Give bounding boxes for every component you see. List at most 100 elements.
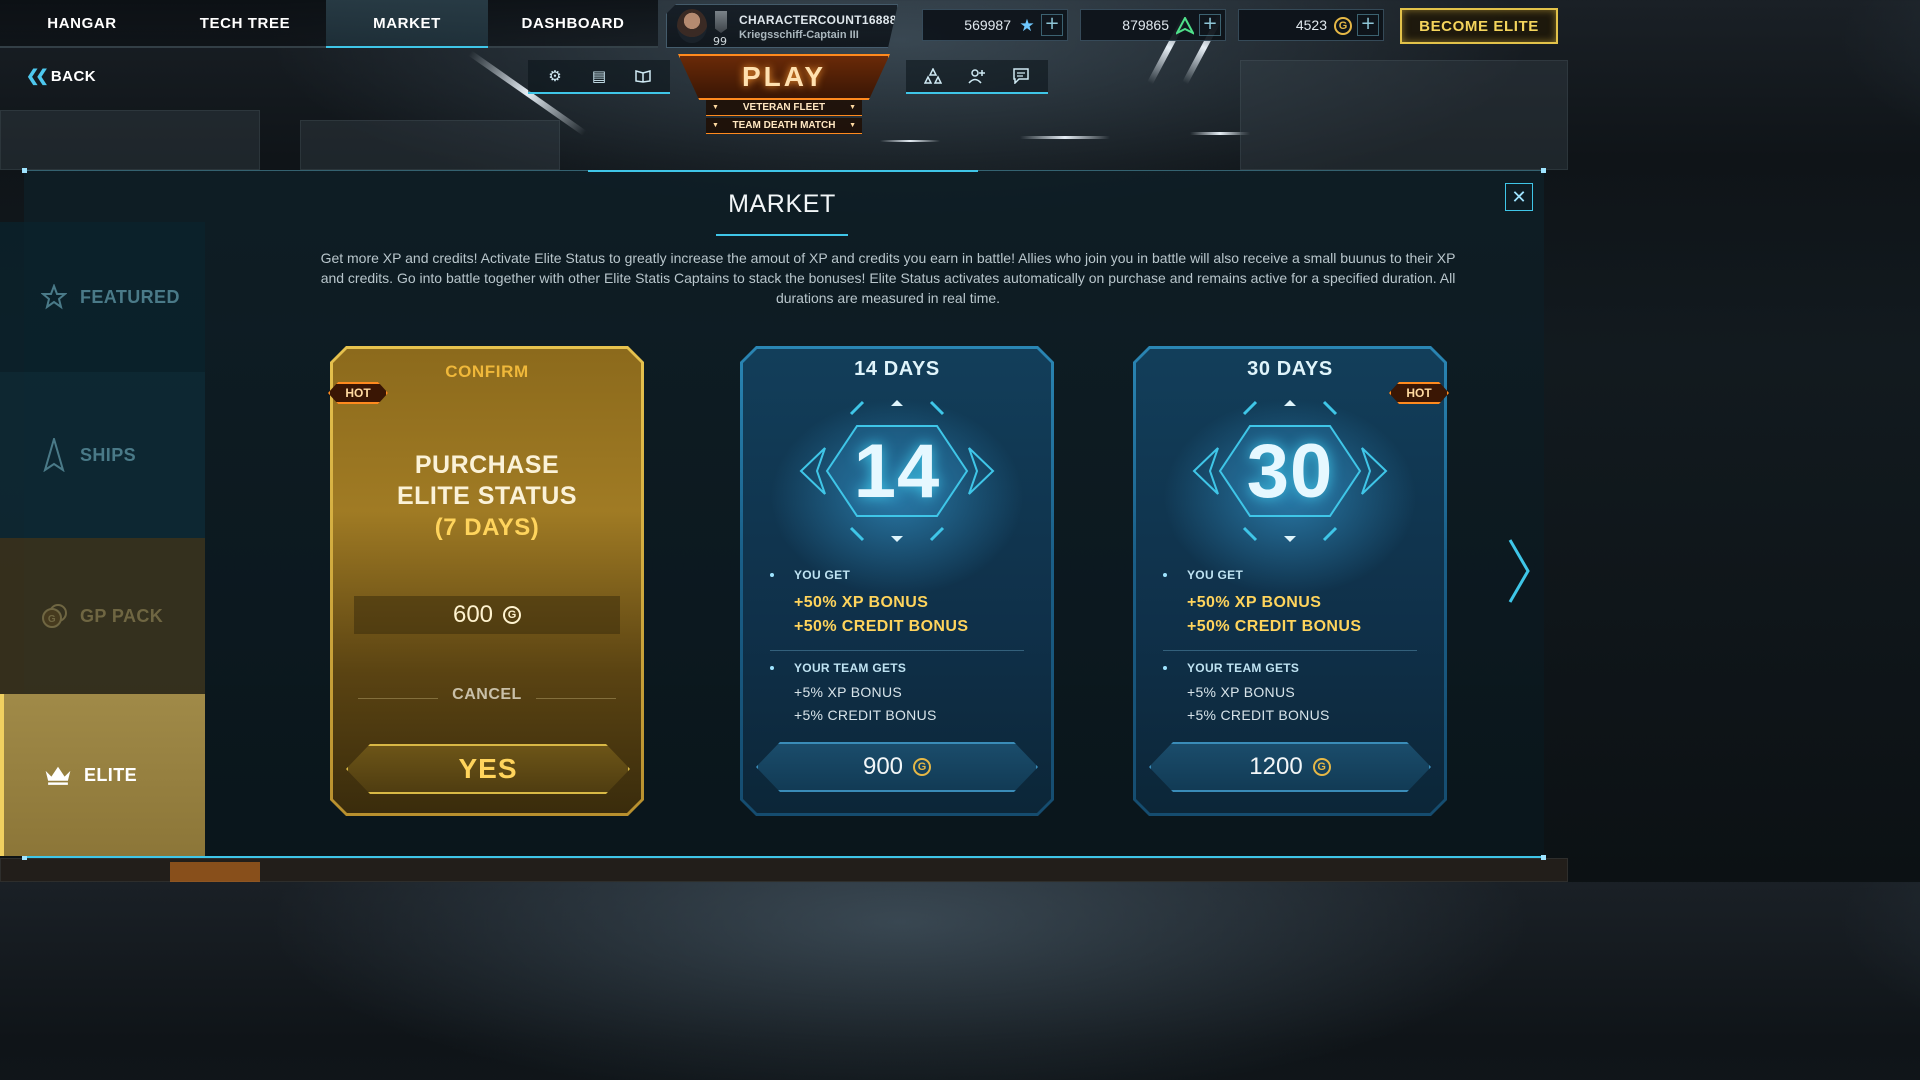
chevron-down-icon: ▼ [849,122,856,129]
price-value: 1200 [1249,753,1303,780]
gold-coin-icon: G [503,606,522,624]
token-value: 879865 [1122,17,1169,33]
sidebar-item-gp-pack[interactable]: G GP PACK [0,538,205,694]
card-header: CONFIRM [445,362,529,381]
hot-badge: HOT [1389,382,1449,404]
panel-accent-line [588,170,978,172]
sidebar-item-label: GP PACK [80,605,164,626]
gold-coin-icon: G [1333,16,1353,36]
sidebar-item-elite[interactable]: ELITE [0,694,205,856]
xp-value: 569987 [964,17,1011,33]
price-value: 600 [452,601,494,628]
chevron-down-icon: ▼ [849,104,856,111]
tab-market[interactable]: MARKET [326,0,488,48]
add-token-button[interactable]: + [1199,14,1221,36]
sidebar-item-label: FEATURED [80,286,180,307]
close-icon: ✕ [1511,186,1527,208]
rank-badge-icon [715,11,727,33]
chat-icon[interactable] [1010,65,1032,87]
elite-14-days-card[interactable]: 14 DAYS 14 YOU GET +50% XP BONUS +50% CR… [740,346,1054,816]
back-button[interactable]: ❮❮ BACK [26,66,96,86]
bullet-icon [770,666,774,670]
sidebar-item-featured[interactable]: FEATURED [0,222,205,372]
add-friend-icon[interactable] [966,65,988,87]
add-gold-button[interactable]: + [1357,14,1379,36]
ship-icon [40,438,68,472]
tab-dashboard[interactable]: DASHBOARD [488,0,658,48]
fleet-icon[interactable] [922,65,944,87]
right-toolbar [906,60,1048,94]
play-button[interactable]: PLAY [678,54,890,100]
buy-14-days-button[interactable]: 900 G [756,742,1038,792]
xp-counter: 569987 ★ + [922,9,1068,41]
you-get-label: YOU GET [1187,568,1244,582]
hangar-structure [1240,60,1568,170]
coin-stack-icon: G [40,603,68,629]
rank-number: 99 [713,35,727,48]
sidebar-item-label: SHIPS [80,444,137,465]
page-title: MARKET [728,190,836,218]
credit-bonus: +50% CREDIT BONUS [794,618,969,635]
gold-coin-icon: G [913,758,931,776]
tab-tech-tree[interactable]: TECH TREE [164,0,326,48]
corner-marker [1541,855,1546,860]
become-elite-button[interactable]: BECOME ELITE [1400,8,1558,44]
token-counter: 879865 + [1080,9,1226,41]
yes-button[interactable]: YES [346,744,630,794]
next-page-button[interactable] [1506,536,1532,606]
confirm-title-line: PURCHASE [414,451,560,479]
list-icon[interactable]: ▤ [588,65,610,87]
cancel-button[interactable]: CANCEL [330,686,644,704]
card-body [333,349,641,813]
duration-number: 14 [853,428,941,514]
divider [770,650,1024,651]
chevron-right-icon [1508,539,1530,603]
crown-icon [44,762,72,788]
fleet-token-icon [1175,16,1195,36]
confirm-card: CONFIRM HOT PURCHASE ELITE STATUS (7 DAY… [330,346,644,816]
credit-bonus: +50% CREDIT BONUS [1187,618,1362,635]
duration-number: 30 [1246,428,1334,514]
buy-30-days-button[interactable]: 1200 G [1149,742,1431,792]
gold-counter: 4523 G + [1238,9,1384,41]
bullet-icon [1163,666,1167,670]
light-beam [1020,136,1110,139]
confirm-title: PURCHASE ELITE STATUS [330,450,644,512]
hangar-structure [300,120,560,170]
chevron-down-icon: ▼ [712,122,719,129]
price-display: 600 G [354,596,620,634]
top-navigation: HANGAR TECH TREE MARKET DASHBOARD 99 CHA… [0,0,1568,50]
svg-text:G: G [48,614,56,625]
team-credit-bonus: +5% CREDIT BONUS [1187,707,1330,723]
hangar-structure [0,110,260,170]
tab-hangar[interactable]: HANGAR [0,0,164,48]
elite-30-days-card[interactable]: 30 DAYS HOT 30 YOU GET +50% XP BONUS +50… [1133,346,1447,816]
team-gets-label: YOUR TEAM GETS [794,661,907,675]
game-mode-selector[interactable]: ▼ TEAM DEATH MATCH ▼ [706,118,862,134]
double-chevron-left-icon: ❮❮ [26,68,49,85]
settings-icon[interactable]: ⚙ [544,65,566,87]
duration-emblem: 30 [1190,396,1390,546]
corner-marker [1541,168,1546,173]
player-ship: Kriegsschiff-Captain III [739,29,859,41]
close-button[interactable]: ✕ [1505,183,1533,211]
fleet-mode-label: VETERAN FLEET [742,102,826,113]
fleet-mode-selector[interactable]: ▼ VETERAN FLEET ▼ [706,100,862,116]
play-section: PLAY ▼ VETERAN FLEET ▼ ▼ TEAM DEATH MATC… [672,52,896,136]
add-xp-button[interactable]: + [1041,14,1063,36]
gold-value: 4523 [1295,17,1327,33]
sidebar-item-ships[interactable]: SHIPS [0,372,205,538]
xp-bonus: +50% XP BONUS [794,594,929,611]
corner-marker [22,168,27,173]
bullet-icon [770,573,774,577]
game-mode-label: TEAM DEATH MATCH [732,120,836,131]
chevron-down-icon: ▼ [712,104,719,111]
back-label: BACK [50,67,97,85]
left-toolbar: ⚙ ▤ [528,60,670,94]
market-description: Get more XP and credits! Activate Elite … [320,250,1456,306]
book-icon[interactable] [632,65,654,87]
player-profile[interactable]: 99 CHARACTERCOUNT16888 Kriegsschiff-Capt… [666,4,898,48]
sidebar-item-label: ELITE [84,764,138,785]
hangar-light [170,862,260,882]
confirm-duration: (7 DAYS) [434,514,540,541]
